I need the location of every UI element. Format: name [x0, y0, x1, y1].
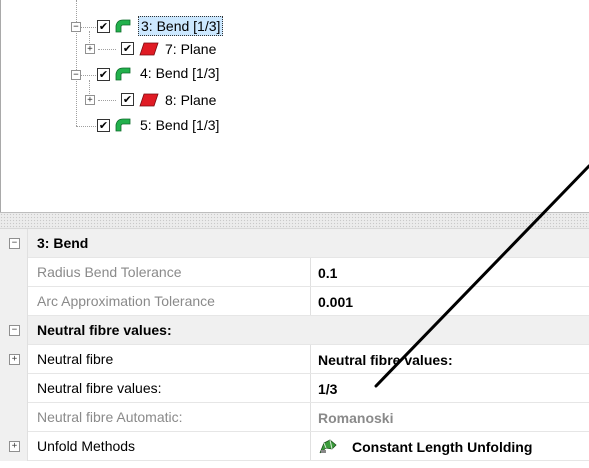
visibility-checkbox[interactable]: ✔ — [97, 68, 110, 81]
bend-icon — [115, 19, 131, 33]
property-name: Unfold Methods — [37, 438, 136, 454]
row-gutter — [0, 287, 28, 316]
property-value[interactable]: 1/3 — [318, 374, 589, 402]
column-divider — [310, 432, 311, 460]
row-gutter — [0, 258, 28, 287]
property-radius-bend-tolerance[interactable]: Radius Bend Tolerance 0.1 — [0, 258, 589, 287]
column-divider — [310, 403, 311, 431]
visibility-checkbox[interactable]: ✔ — [121, 93, 134, 106]
property-name: Neutral fibre — [37, 351, 114, 367]
category-title: Neutral fibre values: — [37, 322, 172, 338]
property-value[interactable]: Neutral fibre values: — [318, 345, 589, 373]
collapse-toggle[interactable]: − — [71, 70, 81, 80]
property-value[interactable]: Constant Length Unfolding — [318, 432, 589, 460]
property-value: Romanoski — [318, 410, 394, 426]
property-grid[interactable]: − 3: Bend Radius Bend Tolerance 0.1 Arc … — [0, 229, 589, 468]
tree-connector — [98, 100, 116, 101]
category-neutral-fibre-values[interactable]: − Neutral fibre values: — [0, 316, 589, 345]
tree-connector — [98, 49, 116, 50]
property-name: Radius Bend Tolerance — [37, 264, 182, 280]
collapse-category-button[interactable]: − — [9, 325, 20, 336]
property-name: Arc Approximation Tolerance — [37, 293, 215, 309]
expand-toggle[interactable]: + — [85, 95, 95, 105]
bend-icon — [115, 118, 131, 132]
row-gutter: − — [0, 316, 28, 345]
feature-tree[interactable]: − ✔ 3: Bend [1/3] + ✔ 7: Plane − ✔ 4: Be… — [0, 0, 589, 212]
tree-node-label[interactable]: 7: Plane — [163, 40, 218, 58]
category-bend[interactable]: − 3: Bend — [0, 229, 589, 258]
property-neutral-fibre-values[interactable]: Neutral fibre values: 1/3 — [0, 374, 589, 403]
property-name: Neutral fibre Automatic: — [37, 409, 183, 425]
property-unfold-methods[interactable]: + Unfold Methods Constant Length Unfoldi… — [0, 432, 589, 461]
property-name: Neutral fibre values: — [37, 380, 162, 396]
property-value[interactable]: 0.001 — [318, 287, 589, 315]
unfold-method-icon — [319, 439, 337, 454]
panel-splitter[interactable] — [0, 212, 589, 229]
row-gutter — [0, 374, 28, 403]
expand-property-button[interactable]: + — [9, 354, 20, 365]
column-divider — [310, 374, 311, 402]
tree-node-label[interactable]: 8: Plane — [163, 91, 218, 109]
tree-connector — [76, 126, 96, 127]
row-gutter: + — [0, 432, 28, 461]
tree-node-label[interactable]: 4: Bend [1/3] — [138, 64, 221, 82]
plane-icon — [139, 42, 159, 56]
category-title: 3: Bend — [37, 235, 89, 251]
collapse-category-button[interactable]: − — [9, 238, 20, 249]
visibility-checkbox[interactable]: ✔ — [97, 20, 110, 33]
collapse-toggle[interactable]: − — [71, 22, 81, 32]
row-gutter: + — [0, 345, 28, 374]
bend-icon — [115, 67, 131, 81]
expand-property-button[interactable]: + — [9, 441, 20, 452]
property-neutral-fibre[interactable]: + Neutral fibre Neutral fibre values: — [0, 345, 589, 374]
visibility-checkbox[interactable]: ✔ — [97, 119, 110, 132]
unfold-method-label: Constant Length Unfolding — [352, 439, 533, 455]
tree-node-label[interactable]: 5: Bend [1/3] — [138, 116, 221, 134]
column-divider — [310, 258, 311, 286]
column-divider — [310, 345, 311, 373]
visibility-checkbox[interactable]: ✔ — [121, 42, 134, 55]
property-neutral-fibre-automatic[interactable]: Neutral fibre Automatic: Romanoski — [0, 403, 589, 432]
tree-node-label[interactable]: 3: Bend [1/3] — [138, 16, 224, 36]
expand-toggle[interactable]: + — [85, 44, 95, 54]
tree-connector — [76, 0, 77, 126]
property-value[interactable]: 0.1 — [318, 258, 589, 286]
row-gutter — [0, 403, 28, 432]
column-divider — [310, 287, 311, 315]
property-arc-approximation-tolerance[interactable]: Arc Approximation Tolerance 0.001 — [0, 287, 589, 316]
row-gutter: − — [0, 229, 28, 258]
plane-icon — [139, 93, 159, 107]
